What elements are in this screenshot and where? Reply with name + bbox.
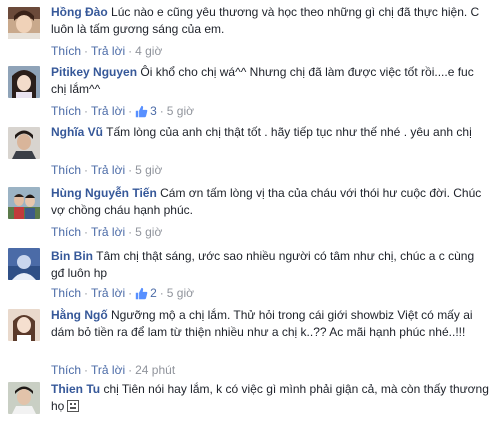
like-button[interactable]: Thích [51, 286, 81, 300]
reply-button[interactable]: Trả lời [91, 44, 125, 58]
commenter-name[interactable]: Hồng Đào [51, 5, 108, 19]
comment-text: chị Tiên nói hay lắm, k có việc gì mình … [51, 382, 489, 413]
separator: · [128, 225, 133, 239]
avatar-image [8, 309, 40, 341]
comment-timestamp[interactable]: 5 giờ [135, 163, 162, 177]
like-count-value: 2 [150, 286, 157, 300]
reply-button[interactable]: Trả lời [91, 225, 125, 239]
separator: · [159, 104, 164, 118]
avatar[interactable] [8, 7, 40, 39]
like-count-value: 3 [150, 104, 157, 118]
separator: · [84, 225, 89, 239]
separator: · [128, 363, 133, 377]
separator: · [128, 286, 133, 300]
avatar-image [8, 127, 40, 159]
avatar-image [8, 66, 40, 98]
commenter-name[interactable]: Hùng Nguyễn Tiến [51, 186, 157, 200]
separator: · [128, 44, 133, 58]
separator: · [128, 163, 133, 177]
separator: · [84, 163, 89, 177]
separator: · [84, 363, 89, 377]
comment-timestamp[interactable]: 5 giờ [167, 286, 194, 300]
commenter-name[interactable]: Hằng Ngố [51, 308, 108, 322]
avatar[interactable] [8, 187, 40, 219]
like-count[interactable]: 2 [135, 286, 157, 300]
comment-text: Ngưỡng mộ a chị lắm. Thử hỏi trong cái g… [51, 308, 473, 339]
comment-timestamp[interactable]: 5 giờ [135, 225, 162, 239]
like-button[interactable]: Thích [51, 104, 81, 118]
avatar-image [8, 7, 40, 39]
reply-button[interactable]: Trả lời [91, 363, 125, 377]
like-button[interactable]: Thích [51, 44, 81, 58]
comment-text: Lúc nào e cũng yêu thương và học theo nh… [51, 5, 480, 36]
avatar[interactable] [8, 309, 40, 341]
thumbs-up-icon [135, 105, 148, 118]
avatar[interactable] [8, 382, 40, 414]
emoji-icon [67, 400, 80, 417]
commenter-name[interactable]: Bin Bin [51, 249, 93, 263]
like-count[interactable]: 3 [135, 104, 157, 118]
commenter-name[interactable]: Thien Tu [51, 382, 100, 396]
thumbs-up-icon [135, 287, 148, 300]
comment-text: Tấm lòng của anh chị thật tốt . hãy tiếp… [106, 125, 472, 139]
separator: · [159, 286, 164, 300]
reply-button[interactable]: Trả lời [91, 286, 125, 300]
avatar-image [8, 248, 40, 280]
reply-button[interactable]: Trả lời [91, 163, 125, 177]
like-button[interactable]: Thích [51, 363, 81, 377]
avatar[interactable] [8, 248, 40, 280]
avatar-image [8, 187, 40, 219]
separator: · [84, 44, 89, 58]
like-button[interactable]: Thích [51, 225, 81, 239]
like-button[interactable]: Thích [51, 163, 81, 177]
commenter-name[interactable]: Pitikey Nguyen [51, 65, 137, 79]
separator: · [84, 286, 89, 300]
separator: · [84, 104, 89, 118]
comment-timestamp[interactable]: 24 phút [135, 363, 175, 377]
comment-text: Tâm chị thật sáng, ước sao nhiều người c… [51, 249, 475, 280]
reply-button[interactable]: Trả lời [91, 104, 125, 118]
commenter-name[interactable]: Nghĩa Vũ [51, 125, 103, 139]
avatar-image [8, 382, 40, 414]
comment-timestamp[interactable]: 4 giờ [135, 44, 162, 58]
separator: · [128, 104, 133, 118]
avatar[interactable] [8, 66, 40, 98]
avatar[interactable] [8, 127, 40, 159]
comment-timestamp[interactable]: 5 giờ [167, 104, 194, 118]
